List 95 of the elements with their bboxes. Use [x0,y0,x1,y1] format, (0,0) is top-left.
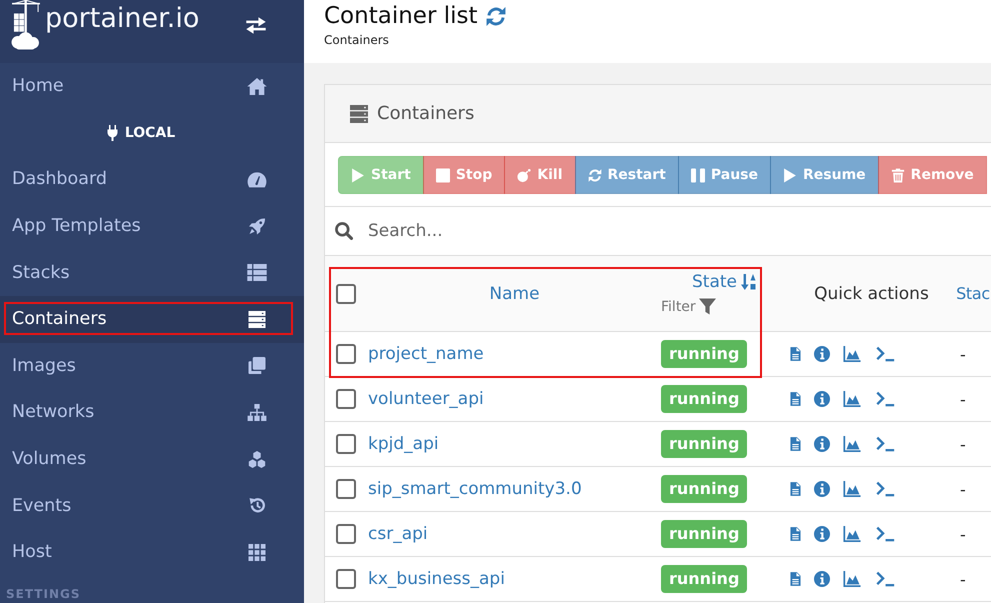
search-icon [335,222,353,240]
bomb-icon [517,168,532,182]
panel-title: Containers [377,103,474,124]
pause-icon [690,168,705,182]
container-name-link[interactable]: project_name [368,344,484,364]
status-badge: running [661,520,748,548]
sidebar-nav-item[interactable]: Volumes [0,436,304,482]
column-header[interactable]: State [692,272,757,292]
sidebar-nav-item[interactable]: Dashboard [0,156,304,203]
trash-icon [890,168,905,182]
document-icon[interactable] [790,391,801,407]
area-chart-icon[interactable] [843,436,861,452]
info-icon[interactable] [814,346,830,362]
status-badge: running [661,430,748,458]
row-checkbox[interactable] [336,479,356,499]
status-badge: running [661,475,748,503]
row-checkbox[interactable] [336,434,356,454]
terminal-icon[interactable] [874,526,896,542]
grid-icon [247,544,267,561]
container-name-link[interactable]: volunteer_api [368,389,484,409]
sidebar-nav-item[interactable]: Stacks [0,249,304,296]
document-icon[interactable] [790,481,801,497]
page-title: Container list [324,3,478,29]
area-chart-icon[interactable] [843,346,861,362]
overlapping-squares-icon [247,357,267,374]
search-field[interactable]: Search... [368,207,991,255]
stop-icon [436,168,450,182]
refresh-icon[interactable] [484,6,506,26]
sidebar-nav-item[interactable]: Networks [0,389,304,436]
hierarchy-icon [247,404,267,421]
table-cell-text: - [959,570,966,588]
cubes-icon [247,450,267,468]
info-icon[interactable] [814,436,830,452]
document-icon[interactable] [790,526,801,542]
list-icon [247,264,267,282]
terminal-icon[interactable] [874,571,896,587]
filter-icon [698,298,716,315]
plug-icon [106,124,118,141]
swap-arrows-icon[interactable] [245,17,267,34]
table-cell-text: - [959,434,966,454]
table-cell-text: - [959,480,966,498]
container-name-link[interactable]: kx_business_api [368,569,505,589]
rocket-icon [247,218,267,235]
filter-button[interactable]: Filter [661,298,716,315]
area-chart-icon[interactable] [843,391,861,407]
section-heading: SETTINGS [6,586,80,601]
endpoint-name: LOCAL [124,124,176,141]
table-cell-text: - [959,390,966,408]
info-icon[interactable] [814,571,830,587]
server-icon [350,104,368,122]
sidebar-nav-item[interactable]: Images [0,342,304,390]
document-icon[interactable] [790,571,801,587]
area-chart-icon[interactable] [843,526,861,542]
refresh-icon [588,168,602,182]
area-chart-icon[interactable] [843,481,861,497]
sidebar-nav-item[interactable]: Home [0,63,304,110]
row-checkbox[interactable] [336,524,356,544]
document-icon[interactable] [790,436,801,452]
area-chart-icon[interactable] [843,571,861,587]
crane-logo-icon [10,0,41,50]
column-header[interactable]: Stac [956,284,990,303]
home-icon [247,78,267,95]
terminal-icon[interactable] [874,391,896,407]
terminal-icon[interactable] [874,481,896,497]
table-cell-text: - [959,524,966,544]
gauge-icon [247,170,267,188]
history-icon [247,497,267,514]
server-icon [247,310,267,328]
table-cell-text: - [959,344,966,364]
sidebar-nav-item[interactable]: Host [0,528,304,576]
status-badge: running [661,385,748,413]
info-icon[interactable] [814,526,830,542]
sidebar-nav-item[interactable]: Events [0,482,304,529]
brand-name: portainer.io [45,4,200,34]
select-all-checkbox[interactable] [336,284,356,304]
container-name-link[interactable]: csr_api [368,524,428,544]
column-header: Quick actions [814,284,929,304]
sidebar-nav-item[interactable]: App Templates [0,202,304,250]
container-name-link[interactable]: sip_smart_community3.0 [368,479,582,499]
sidebar-nav-item[interactable]: Containers [0,296,304,343]
row-checkbox[interactable] [336,344,356,364]
row-checkbox[interactable] [336,569,356,589]
document-icon[interactable] [790,346,801,362]
status-badge: running [661,565,748,593]
container-name-link[interactable]: kpjd_api [368,434,439,454]
terminal-icon[interactable] [874,346,896,362]
breadcrumb: Containers [324,33,389,48]
row-checkbox[interactable] [336,389,356,409]
play-icon [351,168,365,182]
info-icon[interactable] [814,391,830,407]
terminal-icon[interactable] [874,436,896,452]
column-header[interactable]: Name [489,284,540,304]
status-badge: running [661,340,748,368]
play-icon [783,168,797,182]
info-icon[interactable] [814,481,830,497]
